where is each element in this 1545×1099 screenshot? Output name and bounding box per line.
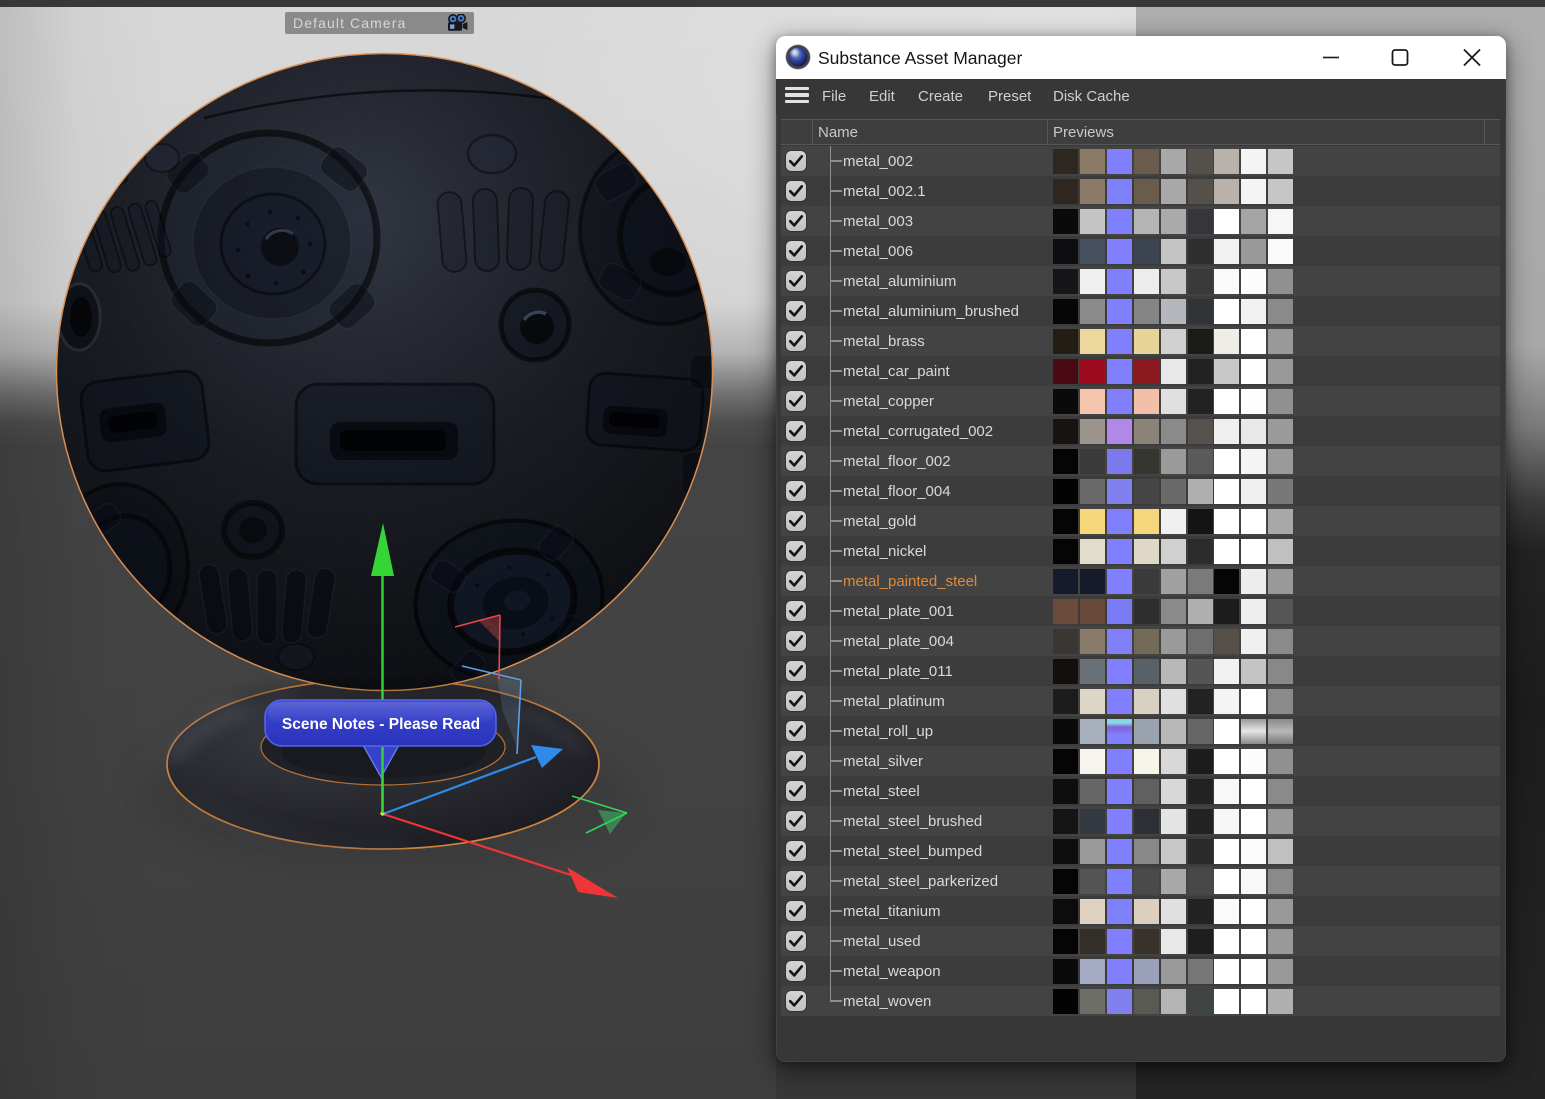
svg-text:Scene Notes - Please Read: Scene Notes - Please Read <box>282 716 480 733</box>
